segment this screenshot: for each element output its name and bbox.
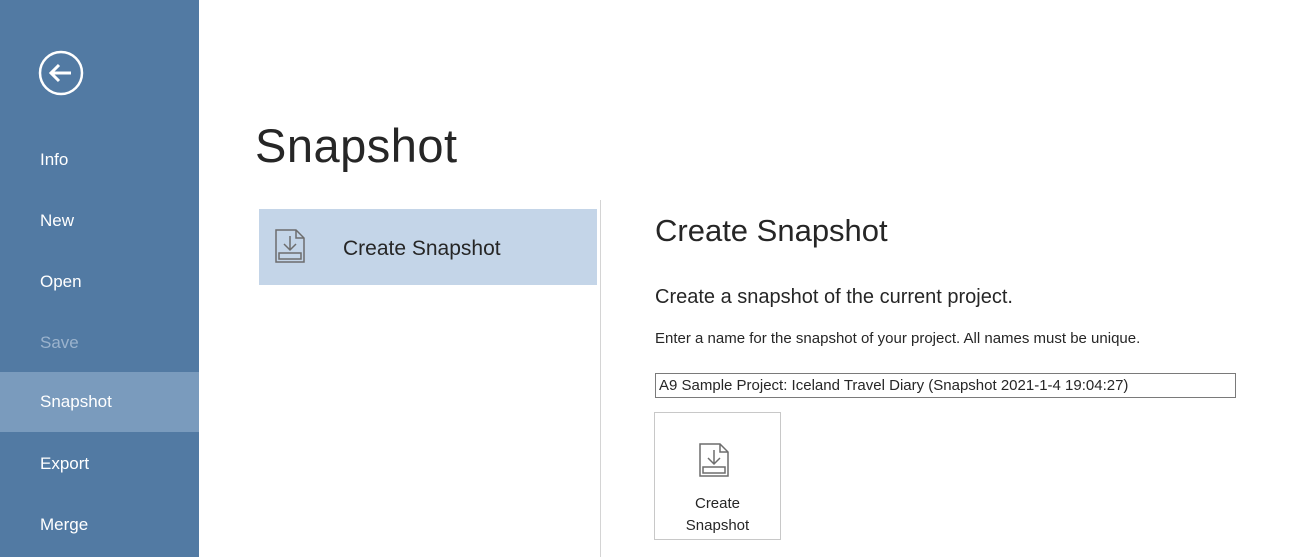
arrow-left-circle-icon <box>38 50 84 96</box>
sidebar-item-snapshot[interactable]: Snapshot <box>0 372 199 432</box>
sidebar-item-export[interactable]: Export <box>0 434 199 494</box>
snapshot-name-input[interactable] <box>655 373 1236 398</box>
create-snapshot-icon <box>271 226 311 266</box>
sidebar-item-label: Merge <box>40 515 89 534</box>
button-label-line1: Create <box>694 495 741 512</box>
sidebar-item-open[interactable]: Open <box>0 252 199 312</box>
panel-subtitle: Create a snapshot of the current project… <box>655 286 1013 308</box>
create-snapshot-button[interactable]: Create Snapshot <box>654 412 781 540</box>
page-title: Snapshot <box>255 119 458 172</box>
sidebar-item-new[interactable]: New <box>0 191 199 251</box>
sidebar-item-label: Export <box>40 454 90 473</box>
sidebar-item-label: Info <box>40 150 69 169</box>
panel-description: Enter a name for the snapshot of your pr… <box>655 330 1141 347</box>
option-label: Create Snapshot <box>343 237 501 260</box>
backstage-sidebar: Info New Open Save Snapshot Export Merge <box>0 0 199 557</box>
sidebar-item-label: Snapshot <box>40 392 112 411</box>
sidebar-item-label: New <box>40 211 75 230</box>
panel-title: Create Snapshot <box>655 213 888 248</box>
back-button[interactable] <box>37 49 85 97</box>
sidebar-item-save[interactable]: Save <box>0 313 199 373</box>
sidebar-item-merge[interactable]: Merge <box>0 495 199 555</box>
button-label-line2: Snapshot <box>685 517 750 534</box>
create-snapshot-icon <box>695 440 735 480</box>
sidebar-item-info[interactable]: Info <box>0 130 199 190</box>
create-snapshot-button-label: Create Snapshot <box>655 493 780 537</box>
sidebar-item-label: Save <box>40 333 79 352</box>
option-create-snapshot[interactable]: Create Snapshot <box>259 209 597 285</box>
divider <box>600 200 601 557</box>
sidebar-item-label: Open <box>40 272 82 291</box>
